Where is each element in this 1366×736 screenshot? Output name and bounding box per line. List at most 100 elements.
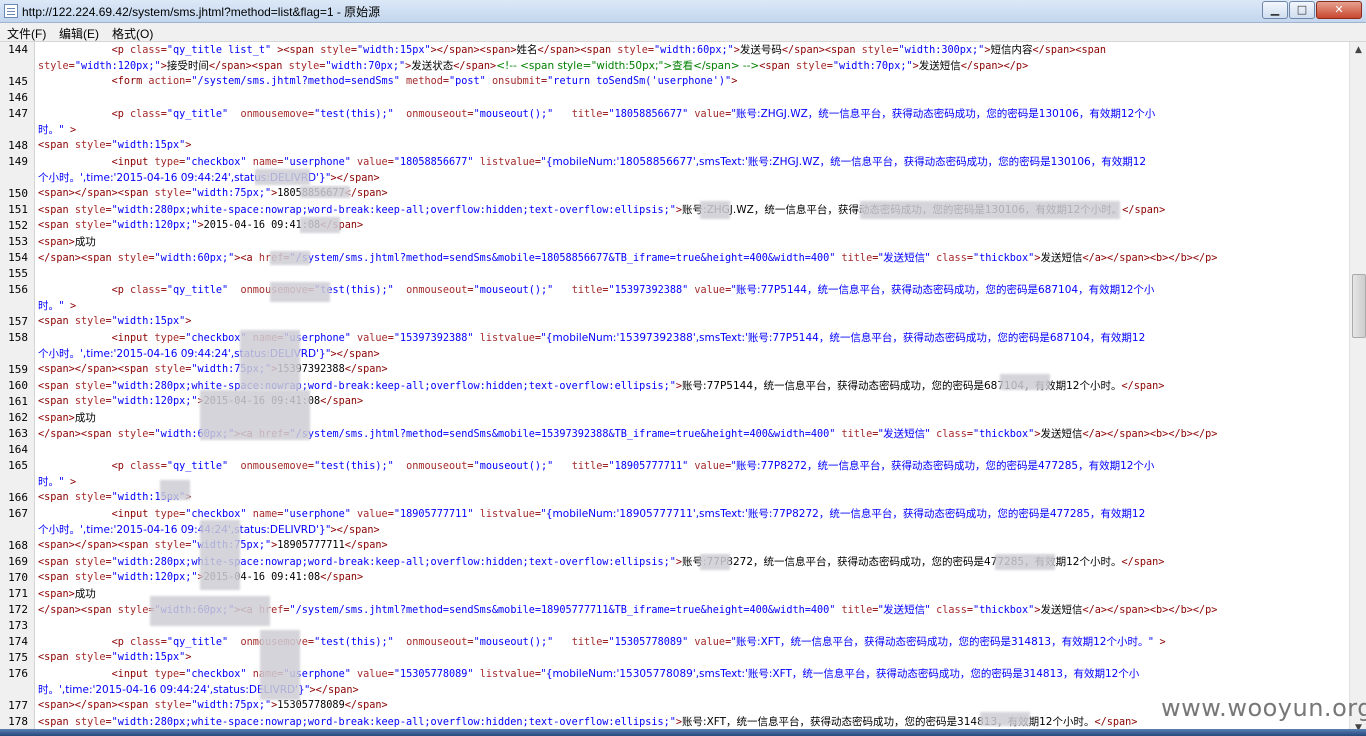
code-token: style (617, 45, 648, 56)
code-token: style (74, 140, 106, 151)
code-token: style (74, 316, 106, 327)
line-number: 176 (8, 667, 28, 680)
code-token: style (74, 557, 106, 568)
line-number: 151 (8, 203, 28, 216)
source-line: 个小时。',time:'2015-04-16 09:44:24',status:… (38, 347, 380, 362)
code-token: class (936, 253, 967, 264)
line-number: 178 (8, 715, 28, 728)
code-token: "15305778089" (393, 669, 474, 680)
code-token: </span> (1121, 381, 1165, 392)
code-token: "/system/sms.jhtml?method=sendSms&mobile… (289, 429, 836, 440)
notepad-app-icon (4, 4, 18, 18)
code-token: 账号:77P5144，统一信息平台，获得动态密码成功，您的密码是687104，有… (682, 380, 1122, 392)
code-token: </span> (320, 396, 364, 407)
code-token: style (74, 220, 106, 231)
scroll-up-icon[interactable]: ▲ (1350, 42, 1366, 58)
code-token: title (841, 429, 873, 440)
source-line: 时。" > (38, 299, 76, 314)
code-token: "width:280px;white-space:nowrap;word-bre… (111, 717, 676, 728)
code-token: > (731, 76, 738, 87)
code-token: <span (38, 572, 75, 583)
code-token: "width:75px;" (191, 700, 272, 711)
code-token: "qy_title" (166, 637, 229, 648)
source-line (38, 619, 44, 633)
code-token: "qy_title" (166, 109, 229, 120)
menu-bar: 文件(F) 编辑(E) 格式(O) (0, 23, 1366, 42)
code-token: > (63, 477, 77, 488)
scroll-thumb[interactable] (1352, 274, 1366, 338)
code-token: <span (38, 381, 75, 392)
code-token: "{mobileNum:'15397392388',smsText:'账号:77… (541, 332, 1146, 344)
code-token: onmousemove (240, 461, 308, 472)
code-token: "/system/sms.jhtml?method=sendSms&mobile… (289, 253, 836, 264)
code-token: "userphone" (283, 509, 351, 520)
code-token: listvalue (479, 333, 535, 344)
code-token: "thickbox" (972, 605, 1035, 616)
code-token: listvalue (479, 509, 535, 520)
code-token: 时。" (38, 300, 64, 312)
code-token: onmouseout (406, 109, 468, 120)
code-token: <input (38, 157, 155, 168)
code-token: </span> (344, 364, 388, 375)
redaction-blur (150, 596, 270, 626)
code-token: <span (38, 557, 75, 568)
code-token: class (130, 45, 161, 56)
code-token: "test(this);" (314, 637, 394, 648)
line-number: 169 (8, 555, 28, 568)
code-token: style (74, 652, 106, 663)
close-button[interactable]: ✕ (1316, 1, 1362, 19)
vertical-scrollbar[interactable]: ▲ ▼ (1349, 42, 1366, 736)
code-token: listvalue (479, 669, 535, 680)
source-line: <input type="checkbox" name="userphone" … (38, 331, 1146, 346)
source-line (38, 91, 44, 105)
maximize-button[interactable]: □ (1289, 1, 1315, 19)
menu-edit[interactable]: 编辑(E) (59, 25, 99, 42)
code-token: "width:120px;" (111, 572, 198, 583)
code-token: title (841, 605, 873, 616)
code-token: 账号:77P8272，统一信息平台，获得动态密码成功，您的密码是477285，有… (682, 556, 1122, 568)
code-token: <span> (38, 589, 75, 600)
code-token: </span> (344, 188, 388, 199)
code-token: <span></span><span (38, 188, 155, 199)
code-token: <!-- <span style="width:50px;">查看</span>… (496, 60, 760, 72)
code-token: value (357, 509, 388, 520)
redaction-blur (1000, 374, 1050, 390)
code-token: style (796, 61, 827, 72)
code-token: <span (38, 717, 75, 728)
code-token: type (154, 157, 180, 168)
code-token: "width:70px;" (832, 61, 913, 72)
code-token: value (694, 637, 726, 648)
code-token: > (185, 652, 192, 663)
code-token: "checkbox" (185, 509, 247, 520)
code-token: style (38, 61, 69, 72)
line-number: 162 (8, 411, 28, 424)
code-token: method (406, 76, 443, 87)
source-code-view[interactable]: <p class="qy_title list_t" ><span style=… (36, 42, 1348, 736)
line-number: 164 (8, 443, 28, 456)
code-token: 发送短信 (1040, 604, 1083, 616)
code-token: "15397392388" (608, 285, 689, 296)
menu-file[interactable]: 文件(F) (7, 25, 46, 42)
code-token: "qy_title" (166, 285, 229, 296)
code-token: title (571, 461, 603, 472)
source-line (38, 443, 44, 457)
code-token: "return toSendSm('userphone')" (547, 76, 732, 87)
code-token: "width:15px" (111, 316, 186, 327)
code-token: "width:60px;" (154, 253, 235, 264)
code-token: onsubmit (491, 76, 542, 87)
minimize-button[interactable]: ▁ (1262, 1, 1288, 19)
taskbar (0, 729, 1366, 736)
line-number: 173 (8, 619, 28, 632)
menu-format[interactable]: 格式(O) (112, 25, 153, 42)
redaction-blur (240, 330, 300, 390)
code-token: "15397392388" (393, 333, 474, 344)
line-number: 166 (8, 491, 28, 504)
line-number: 168 (8, 539, 28, 552)
code-token: 时。" (38, 124, 64, 136)
code-token: style (861, 45, 893, 56)
code-token: 成功 (74, 588, 96, 600)
